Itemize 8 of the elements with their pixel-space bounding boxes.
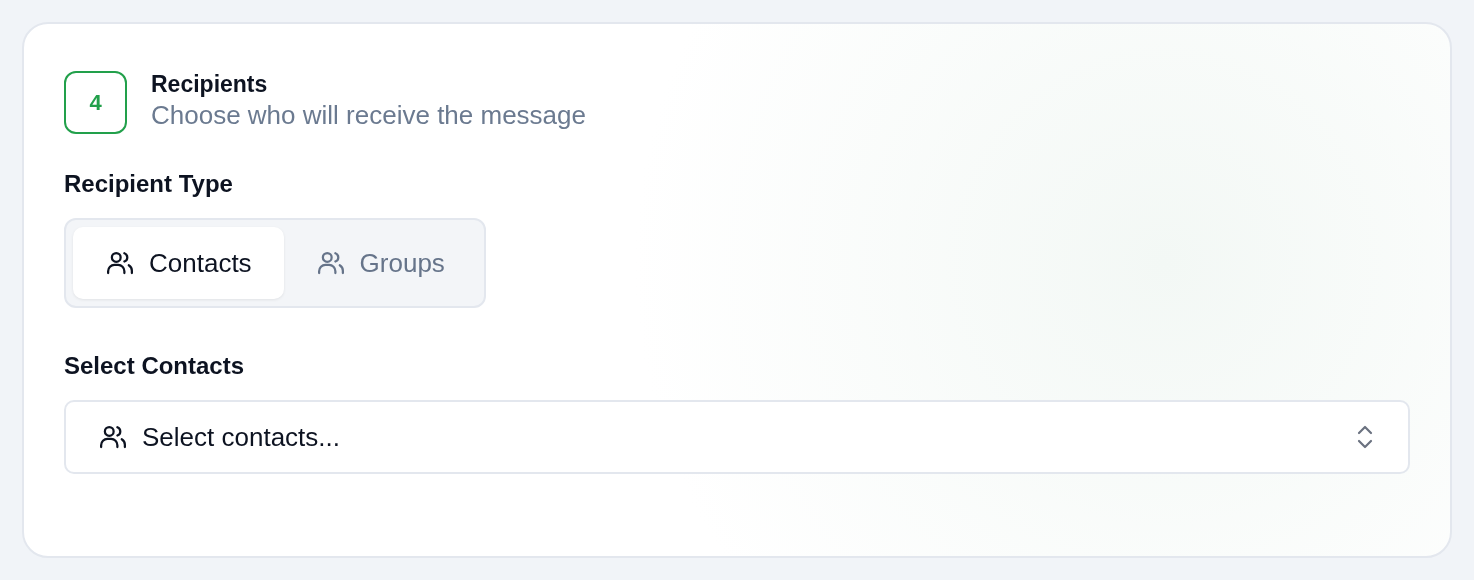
field-label: Select Contacts <box>64 352 245 379</box>
recipient-type-tab[interactable]: Groups <box>283 227 477 299</box>
section-subtitle: Choose who will receive the message <box>151 98 586 132</box>
recipient-type-tab[interactable]: Contacts <box>73 227 284 299</box>
step-number: 4 <box>64 71 127 134</box>
contacts-select[interactable]: Select contacts... <box>64 400 1410 474</box>
field-label: Recipient Type <box>64 170 233 197</box>
section-title: Recipients <box>151 71 269 99</box>
